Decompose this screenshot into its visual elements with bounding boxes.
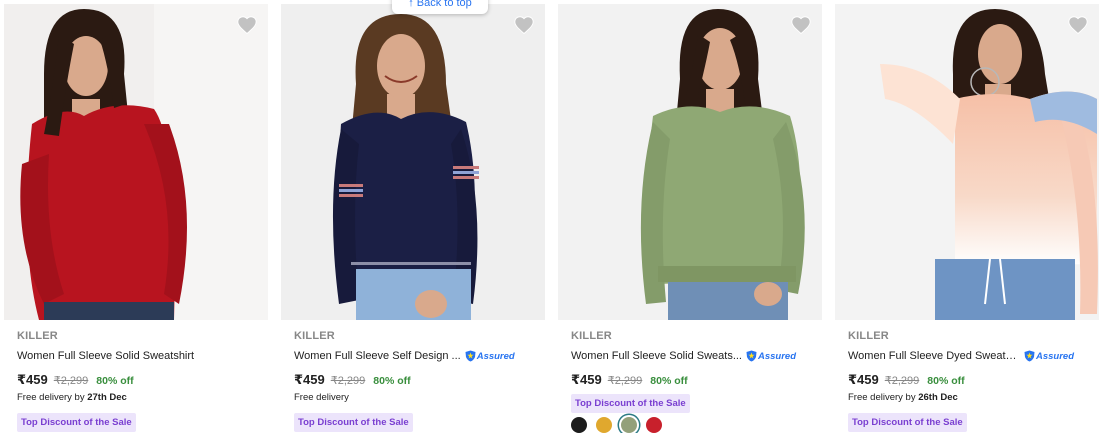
delivery-date: 26th Dec	[918, 392, 958, 403]
delivery-date: 27th Dec	[87, 392, 127, 403]
assured-badge: Assured	[1024, 350, 1074, 362]
assured-badge: Assured	[465, 350, 515, 362]
product-photo	[4, 4, 268, 320]
wishlist-heart-icon[interactable]	[790, 14, 812, 36]
selling-price: ₹459	[571, 372, 602, 387]
product-photo	[281, 4, 545, 320]
assured-badge: Assured	[746, 350, 796, 362]
wishlist-heart-icon[interactable]	[1067, 14, 1089, 36]
product-title[interactable]: Women Full Sleeve Self Design ...	[294, 350, 461, 362]
selling-price: ₹459	[17, 372, 48, 387]
original-price: ₹2,299	[884, 375, 920, 387]
brand-name: KILLER	[294, 330, 335, 342]
delivery-info: Free delivery by 27th Dec	[17, 392, 127, 403]
brand-name: KILLER	[17, 330, 58, 342]
delivery-info: Free delivery	[294, 392, 349, 403]
wishlist-heart-icon[interactable]	[513, 14, 535, 36]
offer-badge[interactable]: Top Discount of the Sale	[571, 394, 690, 413]
product-card[interactable]: KILLER Women Full Sleeve Self Design ...…	[281, 4, 545, 432]
product-card[interactable]: KILLER Women Full Sleeve Solid Sweatshir…	[4, 4, 268, 432]
product-card[interactable]: KILLER Women Full Sleeve Solid Sweats...…	[558, 4, 822, 433]
back-to-top-button[interactable]: ↑ Back to top	[392, 0, 488, 14]
offer-badge[interactable]: Top Discount of the Sale	[17, 413, 136, 432]
original-price: ₹2,299	[53, 375, 89, 387]
brand-name: KILLER	[848, 330, 889, 342]
assured-shield-icon	[746, 350, 757, 362]
product-card[interactable]: KILLER Women Full Sleeve Dyed Sweats... …	[835, 4, 1099, 432]
product-grid: KILLER Women Full Sleeve Solid Sweatshir…	[4, 4, 1104, 433]
delivery-info: Free delivery by 26th Dec	[848, 392, 958, 403]
product-image[interactable]	[4, 4, 268, 320]
product-photo	[558, 4, 822, 320]
product-image[interactable]	[281, 4, 545, 320]
wishlist-heart-icon[interactable]	[236, 14, 258, 36]
assured-shield-icon	[465, 350, 476, 362]
brand-name: KILLER	[571, 330, 612, 342]
discount-percent: 80% off	[96, 375, 134, 387]
selling-price: ₹459	[848, 372, 879, 387]
discount-percent: 80% off	[650, 375, 688, 387]
product-title[interactable]: Women Full Sleeve Solid Sweats...	[571, 350, 742, 362]
product-image[interactable]	[835, 4, 1099, 320]
product-title[interactable]: Women Full Sleeve Solid Sweatshirt	[17, 350, 194, 362]
original-price: ₹2,299	[607, 375, 643, 387]
original-price: ₹2,299	[330, 375, 366, 387]
discount-percent: 80% off	[927, 375, 965, 387]
offer-badge[interactable]: Top Discount of the Sale	[294, 413, 413, 432]
selling-price: ₹459	[294, 372, 325, 387]
assured-shield-icon	[1024, 350, 1035, 362]
product-photo	[835, 4, 1099, 320]
product-title[interactable]: Women Full Sleeve Dyed Sweats...	[848, 350, 1020, 362]
offer-badge[interactable]: Top Discount of the Sale	[848, 413, 967, 432]
product-image[interactable]	[558, 4, 822, 320]
discount-percent: 80% off	[373, 375, 411, 387]
